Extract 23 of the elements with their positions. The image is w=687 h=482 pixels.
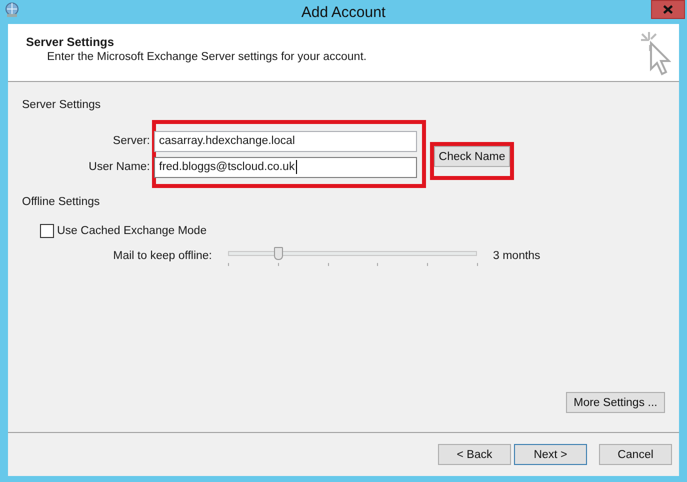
checkbox[interactable] [40,224,54,238]
input-field[interactable]: fred.bloggs@tscloud.co.uk [154,156,417,178]
slider-label: Mail to keep offline: [112,250,212,262]
dialog-button[interactable]: < Back [438,444,511,465]
page-title: Server Settings [26,35,116,49]
section-heading: Server Settings [22,99,102,111]
slider-thumb[interactable] [274,247,283,260]
globe-icon [4,2,20,18]
dialog-button[interactable]: Next > [514,444,587,465]
more-settings-button[interactable]: More Settings ... [566,392,665,413]
checkbox-label: Use Cached Exchange Mode [57,225,207,237]
slider-value: 3 months [493,250,540,262]
close-button[interactable] [651,0,685,19]
close-icon [663,5,673,14]
section-heading: Offline Settings [22,196,101,208]
check-name-button[interactable]: Check Name [434,146,510,167]
field-label: Server: [112,135,151,147]
page-subtitle: Enter the Microsoft Exchange Server settings for your account. [46,51,367,63]
window-title: Add Account [301,4,386,20]
input-field[interactable]: casarray.hdexchange.local [154,130,417,152]
slider[interactable] [228,247,477,265]
dialog-button[interactable]: Cancel [599,444,672,465]
field-label: User Name: [88,161,151,173]
